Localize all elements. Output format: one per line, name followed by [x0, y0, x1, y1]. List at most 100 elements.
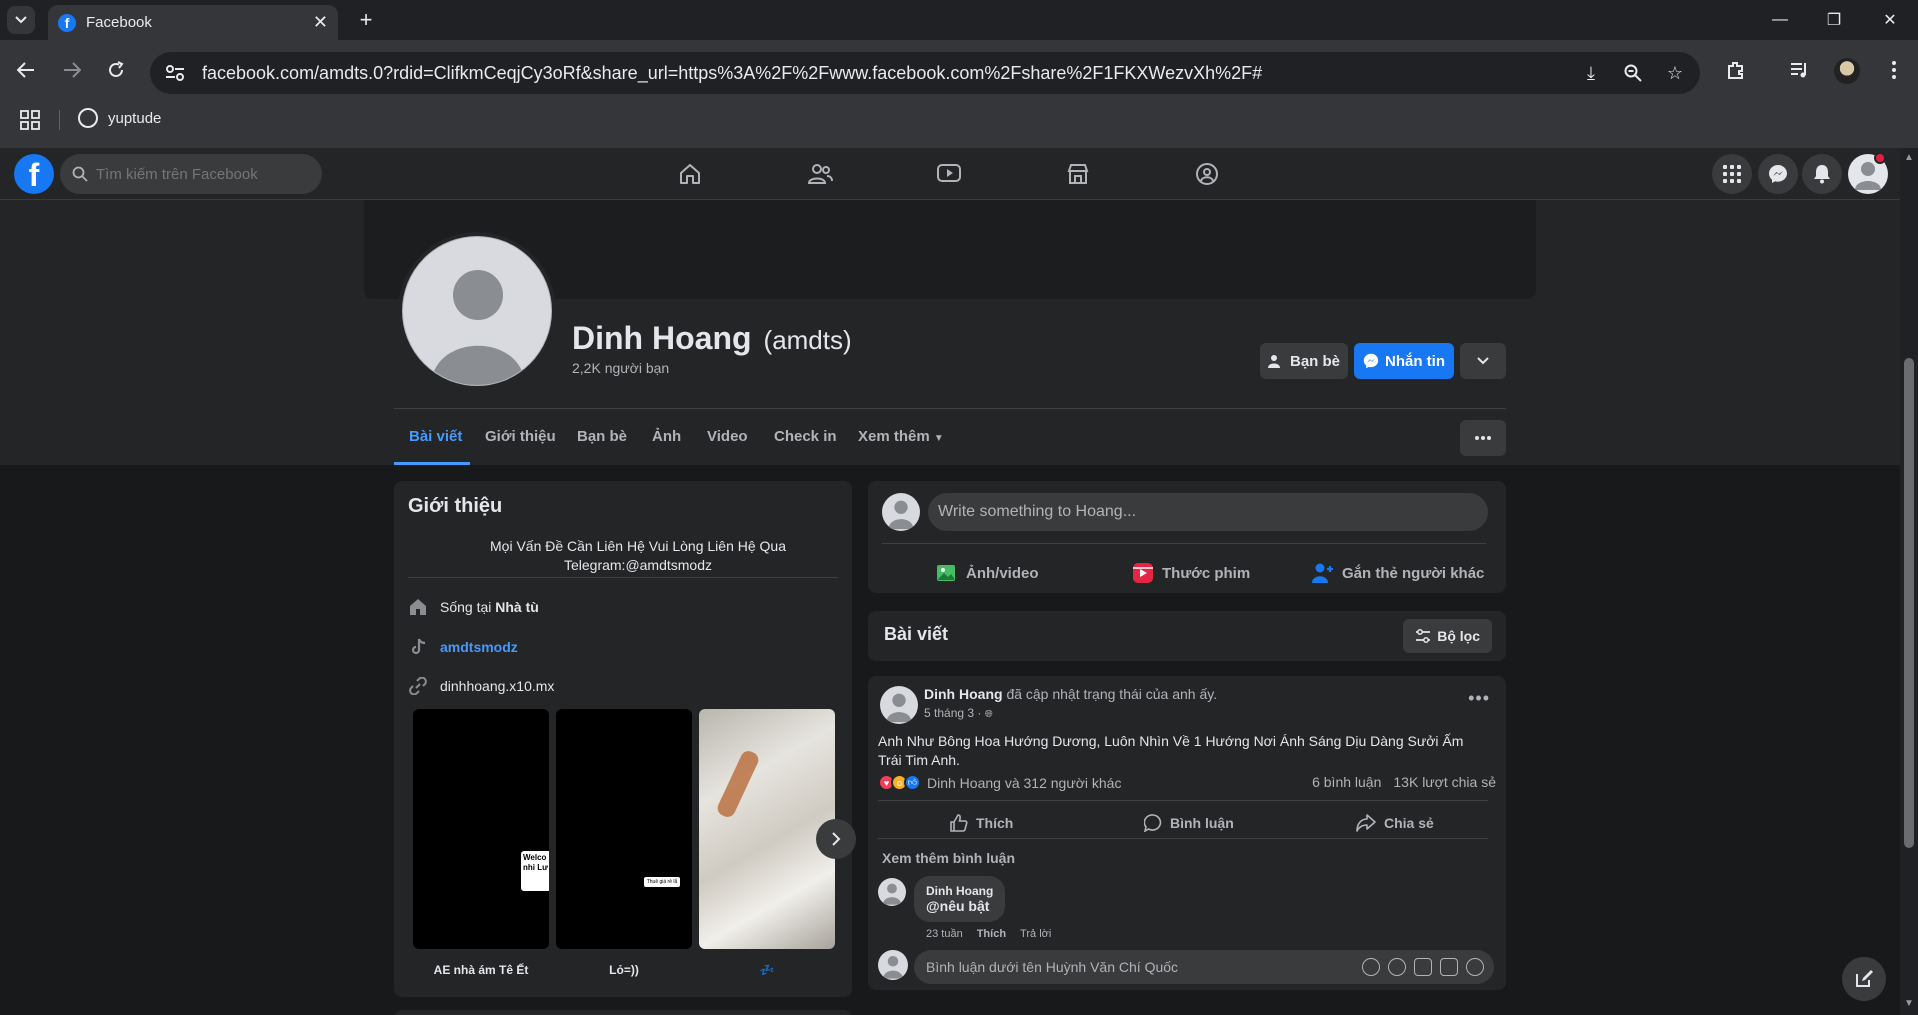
- post-author-avatar[interactable]: [880, 686, 918, 724]
- tab-more-label: Xem thêm: [858, 428, 930, 445]
- lives-prefix: Sống tại: [440, 599, 492, 615]
- browser-profile-avatar[interactable]: [1834, 58, 1860, 84]
- scroll-up-icon[interactable]: ▲: [1904, 152, 1914, 163]
- comment-author[interactable]: Dinh Hoang: [926, 884, 993, 898]
- scrollbar-thumb[interactable]: [1904, 358, 1914, 848]
- nav-home[interactable]: [672, 156, 708, 192]
- browser-menu-button[interactable]: [1878, 54, 1910, 86]
- comment-like-button[interactable]: Thích: [977, 928, 1006, 940]
- intro-website: dinhhoang.x10.mx: [408, 676, 554, 696]
- friends-button[interactable]: Bạn bè: [1260, 343, 1348, 379]
- photo-video-button[interactable]: Ảnh/video: [936, 553, 1039, 593]
- friend-count[interactable]: 2,2K người bạn: [572, 360, 669, 376]
- featured-thumb-2[interactable]: Thuê giá rẻ lắ: [556, 709, 692, 949]
- post-options-button[interactable]: •••: [1468, 688, 1490, 709]
- website-link[interactable]: dinhhoang.x10.mx: [440, 678, 554, 694]
- tab-photos[interactable]: Ảnh: [652, 428, 681, 445]
- composer-avatar[interactable]: [882, 493, 920, 531]
- notifications-button[interactable]: [1802, 154, 1842, 194]
- featured-thumb-3[interactable]: [699, 709, 835, 949]
- reaction-summary[interactable]: ♥ o 👍︎ Dinh Hoang và 312 người khác: [878, 774, 1121, 791]
- commenter-avatar[interactable]: [878, 878, 906, 906]
- more-options-dropdown[interactable]: [1460, 343, 1506, 379]
- minimize-button[interactable]: —: [1752, 0, 1808, 40]
- share-icon: [1356, 814, 1376, 832]
- messenger-button[interactable]: [1758, 154, 1798, 194]
- comment-bubble: Dinh Hoang @nêu bật: [914, 876, 1006, 922]
- shares-count[interactable]: 13K lượt chia sẻ: [1393, 774, 1496, 790]
- install-app-icon[interactable]: ⤓: [1580, 62, 1602, 84]
- profile-more-button[interactable]: [1460, 420, 1506, 456]
- composer-input[interactable]: Write something to Hoang...: [928, 493, 1488, 531]
- zoom-icon[interactable]: [1622, 62, 1644, 84]
- comment-label: Bình luận: [1170, 815, 1234, 831]
- extensions-button[interactable]: [1720, 54, 1752, 86]
- facebook-favicon-icon: f: [58, 13, 76, 32]
- nav-groups[interactable]: [1189, 156, 1225, 192]
- address-bar[interactable]: facebook.com/amdts.0?rdid=ClifkmCeqjCy3o…: [150, 52, 1700, 94]
- scroll-down-icon[interactable]: ▼: [1904, 998, 1914, 1009]
- menu-button[interactable]: [1712, 154, 1752, 194]
- my-comment-avatar[interactable]: [878, 950, 908, 980]
- page-scrollbar[interactable]: ▲ ▼: [1900, 148, 1918, 1015]
- home-icon: [408, 597, 428, 617]
- groups-icon: [1196, 163, 1218, 185]
- comment-button[interactable]: Bình luận: [1144, 806, 1234, 840]
- reload-button[interactable]: [100, 54, 132, 86]
- nav-friends[interactable]: [802, 156, 838, 192]
- avatar-sticker-icon[interactable]: [1362, 958, 1380, 976]
- post-timestamp[interactable]: 5 tháng 3 · 🌐︎: [924, 706, 993, 720]
- filter-button[interactable]: Bộ lọc: [1403, 619, 1492, 653]
- browser-tab-facebook[interactable]: f Facebook ✕: [48, 5, 338, 40]
- comments-count[interactable]: 6 bình luận: [1312, 774, 1381, 790]
- reel-button[interactable]: Thước phim: [1132, 553, 1250, 593]
- close-window-button[interactable]: ✕: [1862, 0, 1918, 40]
- nav-marketplace[interactable]: [1060, 156, 1096, 192]
- see-more-comments[interactable]: Xem thêm bình luận: [882, 850, 1015, 866]
- media-control-button[interactable]: [1784, 54, 1816, 86]
- share-button[interactable]: Chia sẻ: [1356, 806, 1434, 840]
- tab-posts[interactable]: Bài viết: [409, 428, 462, 445]
- site-settings-icon[interactable]: [162, 60, 188, 86]
- gif-icon[interactable]: [1440, 958, 1458, 976]
- friends-button-label: Bạn bè: [1289, 352, 1340, 370]
- intro-lives-in: Sống tại Nhà tù: [408, 597, 539, 617]
- profile-picture[interactable]: [398, 232, 556, 390]
- comment-input-placeholder: Bình luận dưới tên Huỳnh Văn Chí Quốc: [926, 959, 1179, 975]
- tiktok-link[interactable]: amdtsmodz: [440, 639, 518, 655]
- facebook-search-input[interactable]: [96, 165, 306, 183]
- featured-thumb-1[interactable]: Welco nhi Lư: [413, 709, 549, 949]
- tag-people-button[interactable]: Gắn thẻ người khác: [1312, 553, 1484, 593]
- bookmark-star-icon[interactable]: ☆: [1664, 62, 1686, 84]
- facebook-search[interactable]: [60, 154, 322, 194]
- tab-friends[interactable]: Bạn bè: [577, 428, 627, 445]
- new-message-button[interactable]: [1842, 957, 1886, 1001]
- forward-button[interactable]: [56, 54, 88, 86]
- chevron-down-icon: [15, 16, 27, 24]
- comment-input[interactable]: Bình luận dưới tên Huỳnh Văn Chí Quốc: [914, 950, 1494, 984]
- restore-button[interactable]: ❐: [1806, 0, 1862, 40]
- comment-time[interactable]: 23 tuần: [926, 928, 963, 940]
- emoji-icon[interactable]: [1388, 958, 1406, 976]
- comment-reply-button[interactable]: Trả lời: [1020, 928, 1051, 940]
- next-featured-button[interactable]: [816, 819, 856, 859]
- close-tab-icon[interactable]: ✕: [313, 12, 328, 33]
- message-button[interactable]: Nhắn tin: [1354, 343, 1454, 379]
- sticker-icon[interactable]: [1466, 958, 1484, 976]
- facebook-logo-icon[interactable]: f: [14, 154, 54, 194]
- camera-icon[interactable]: [1414, 958, 1432, 976]
- back-button[interactable]: [10, 54, 42, 86]
- new-tab-button[interactable]: +: [352, 6, 380, 34]
- tab-search-button[interactable]: [7, 6, 35, 34]
- tab-about[interactable]: Giới thiệu: [485, 428, 556, 445]
- tab-check-ins[interactable]: Check in: [774, 428, 837, 445]
- tab-videos[interactable]: Video: [707, 428, 748, 445]
- nav-video[interactable]: [931, 156, 967, 192]
- post-author[interactable]: Dinh Hoang: [924, 686, 1003, 702]
- bookmark-yuptude[interactable]: yuptude: [78, 108, 161, 128]
- lives-place[interactable]: Nhà tù: [495, 599, 539, 615]
- apps-grid-icon[interactable]: [20, 110, 42, 132]
- tab-more[interactable]: Xem thêm ▼: [858, 428, 944, 445]
- like-button[interactable]: Thích: [950, 806, 1013, 840]
- tag-people-label: Gắn thẻ người khác: [1342, 564, 1485, 582]
